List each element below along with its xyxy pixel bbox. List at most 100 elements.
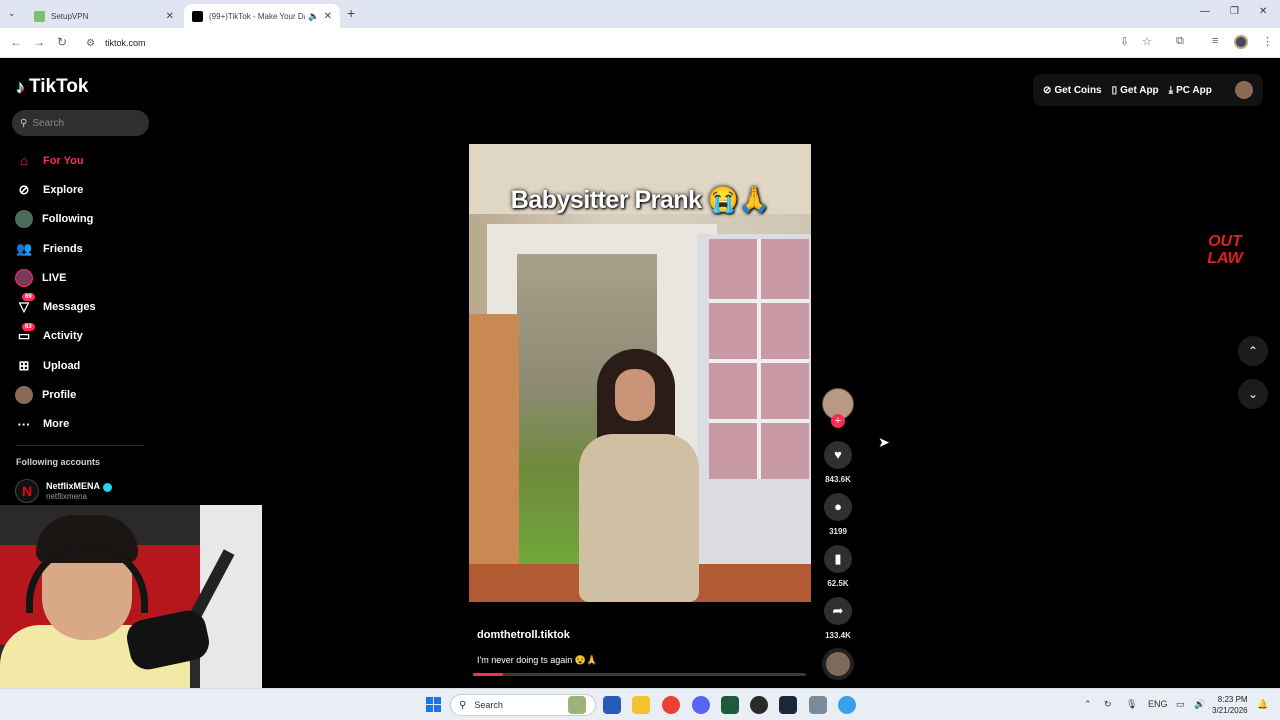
video-scene xyxy=(615,369,655,421)
speaker-icon[interactable]: 🔈 xyxy=(308,11,319,22)
search-input[interactable]: ⚲ Search xyxy=(12,110,149,136)
get-coins-button[interactable]: ⊘ Get Coins xyxy=(1043,85,1102,96)
restore-icon[interactable]: ❐ xyxy=(1230,6,1239,17)
pc-app-button[interactable]: ⤓ PC App xyxy=(1169,85,1212,96)
notification-bell-icon[interactable]: 🔔 xyxy=(1257,699,1268,710)
volume-icon[interactable]: 🔊 xyxy=(1194,699,1205,710)
browser-menu-icon[interactable]: ⋮ xyxy=(1262,35,1273,48)
previous-video-button[interactable]: ⌃ xyxy=(1238,336,1268,366)
profile-avatar-icon xyxy=(15,386,33,405)
tab-close-icon[interactable]: ✕ xyxy=(166,11,174,22)
following-accounts-title: Following accounts xyxy=(16,457,101,467)
browser-profile-avatar[interactable] xyxy=(1234,35,1248,49)
comment-button[interactable]: ● xyxy=(824,493,852,521)
share-button[interactable]: ➦ xyxy=(824,597,852,625)
sidebar-item-activity[interactable]: ▭ 63 Activity xyxy=(0,322,150,351)
tab-title: SetupVPN xyxy=(51,11,89,21)
excel-icon[interactable] xyxy=(721,696,739,714)
back-icon[interactable]: ← xyxy=(10,35,22,49)
window-close-icon[interactable]: ✕ xyxy=(1259,6,1267,17)
video-player[interactable]: Babysitter Prank 😭🙏 xyxy=(469,144,811,602)
following-account-item[interactable]: N NetflixMENA netflixmena xyxy=(15,479,113,503)
sidebar-item-for-you[interactable]: ⌂ For You xyxy=(0,146,150,175)
task-view-icon[interactable] xyxy=(603,696,621,714)
site-info-icon[interactable]: ⚙ xyxy=(86,38,95,49)
sidebar-item-profile[interactable]: Profile xyxy=(0,380,150,409)
clock-time: 8:23 PM xyxy=(1217,695,1248,704)
comment-count: 3199 xyxy=(829,527,847,536)
tiktok-logo[interactable]: ♪ TikTok xyxy=(16,76,88,98)
sidebar-item-live[interactable]: LIVE xyxy=(0,263,150,292)
get-coins-label: Get Coins xyxy=(1054,84,1102,96)
language-indicator[interactable]: ENG xyxy=(1148,699,1168,709)
tab-close-icon[interactable]: ✕ xyxy=(324,11,332,22)
pc-app-label: PC App xyxy=(1176,84,1212,96)
video-progress-bar[interactable] xyxy=(473,673,806,676)
save-button[interactable]: ▮ xyxy=(824,545,852,573)
sidebar-item-label: For You xyxy=(43,154,84,167)
tab-search-icon[interactable]: ⌄ xyxy=(8,8,16,19)
watermark-text: OUT LAW xyxy=(1207,233,1243,267)
sidebar-item-following[interactable]: Following xyxy=(0,205,150,234)
sidebar-item-friends[interactable]: 👥 Friends xyxy=(0,234,150,263)
video-scene xyxy=(709,419,809,423)
account-handle: netflixmena xyxy=(46,491,87,501)
forward-icon[interactable]: → xyxy=(33,35,45,49)
extensions-icon[interactable]: ⧉ xyxy=(1176,35,1184,48)
video-author[interactable]: domthetroll.tiktok xyxy=(477,629,570,641)
minimize-icon[interactable]: — xyxy=(1200,6,1210,17)
chevron-down-icon: ⌄ xyxy=(1247,387,1259,401)
tab-tiktok[interactable]: (99+)TikTok - Make Your Day 🔈 ✕ xyxy=(184,4,340,28)
heart-icon: ♥ xyxy=(834,447,842,462)
more-dots-icon: ··· xyxy=(17,416,31,432)
video-scene xyxy=(469,314,519,602)
url-field[interactable]: ⚙ tiktok.com xyxy=(80,32,1110,54)
sidebar-item-more[interactable]: ··· More xyxy=(0,410,150,439)
share-count: 133.4K xyxy=(825,631,851,640)
messages-icon: ▽ xyxy=(19,299,29,315)
obs-icon[interactable] xyxy=(750,696,768,714)
sidebar-item-upload[interactable]: ⊞ Upload xyxy=(0,351,150,380)
new-tab-button[interactable]: + xyxy=(347,5,355,21)
steam-icon[interactable] xyxy=(779,696,797,714)
setupvpn-favicon-icon xyxy=(34,10,45,22)
video-description: I'm never doing ts again 😵🙏 xyxy=(477,655,598,665)
discord-icon[interactable] xyxy=(692,696,710,714)
get-app-label: Get App xyxy=(1120,84,1159,96)
sidebar-item-explore[interactable]: ⊘ Explore xyxy=(0,175,150,204)
music-disc-icon[interactable] xyxy=(822,648,854,680)
tray-expand-icon[interactable]: ⌃ xyxy=(1084,699,1092,710)
next-video-button[interactable]: ⌄ xyxy=(1238,379,1268,409)
file-explorer-icon[interactable] xyxy=(632,696,650,714)
chrome-icon[interactable] xyxy=(662,696,680,714)
messages-badge: 69 xyxy=(22,293,35,302)
outlaw-watermark-logo: OUT LAW xyxy=(1190,233,1260,283)
browser-tab-strip: ⌄ SetupVPN ✕ (99+)TikTok - Make Your Day… xyxy=(0,0,1280,28)
sidebar-item-label: Explore xyxy=(43,183,84,196)
logo-text: TikTok xyxy=(29,76,89,97)
get-app-button[interactable]: ▯ Get App xyxy=(1112,85,1159,96)
sidebar-item-messages[interactable]: ▽ 69 Messages xyxy=(0,292,150,321)
taskbar-clock[interactable]: 8:23 PM 3/21/2026 xyxy=(1212,694,1248,716)
install-app-icon[interactable]: ⇩ xyxy=(1120,35,1129,48)
widgets-icon[interactable] xyxy=(568,696,586,714)
settings-gear-icon[interactable] xyxy=(809,696,827,714)
start-windows-icon[interactable] xyxy=(426,697,441,712)
clock-date: 3/21/2026 xyxy=(1212,706,1248,715)
microphone-icon[interactable]: 🎙 xyxy=(1126,699,1137,710)
tab-setupvpn[interactable]: SetupVPN ✕ xyxy=(26,4,182,28)
verified-icon xyxy=(103,482,113,492)
sync-icon[interactable]: ↻ xyxy=(1104,699,1112,710)
edge-icon[interactable] xyxy=(838,696,856,714)
sidebar-nav: ⌂ For You ⊘ Explore Following 👥 Friends … xyxy=(0,146,150,439)
taskbar-search-label: Search xyxy=(474,700,503,710)
coin-icon: ⊘ xyxy=(1043,84,1052,96)
like-button[interactable]: ♥ xyxy=(824,441,852,469)
video-progress-fill xyxy=(473,673,503,676)
user-avatar[interactable] xyxy=(1235,81,1253,99)
network-icon[interactable]: ▭ xyxy=(1176,699,1185,710)
media-control-icon[interactable]: ≡ xyxy=(1212,35,1218,47)
follow-plus-icon[interactable]: + xyxy=(831,414,845,428)
reload-icon[interactable]: ↻ xyxy=(57,35,67,49)
bookmark-star-icon[interactable]: ☆ xyxy=(1142,35,1152,48)
